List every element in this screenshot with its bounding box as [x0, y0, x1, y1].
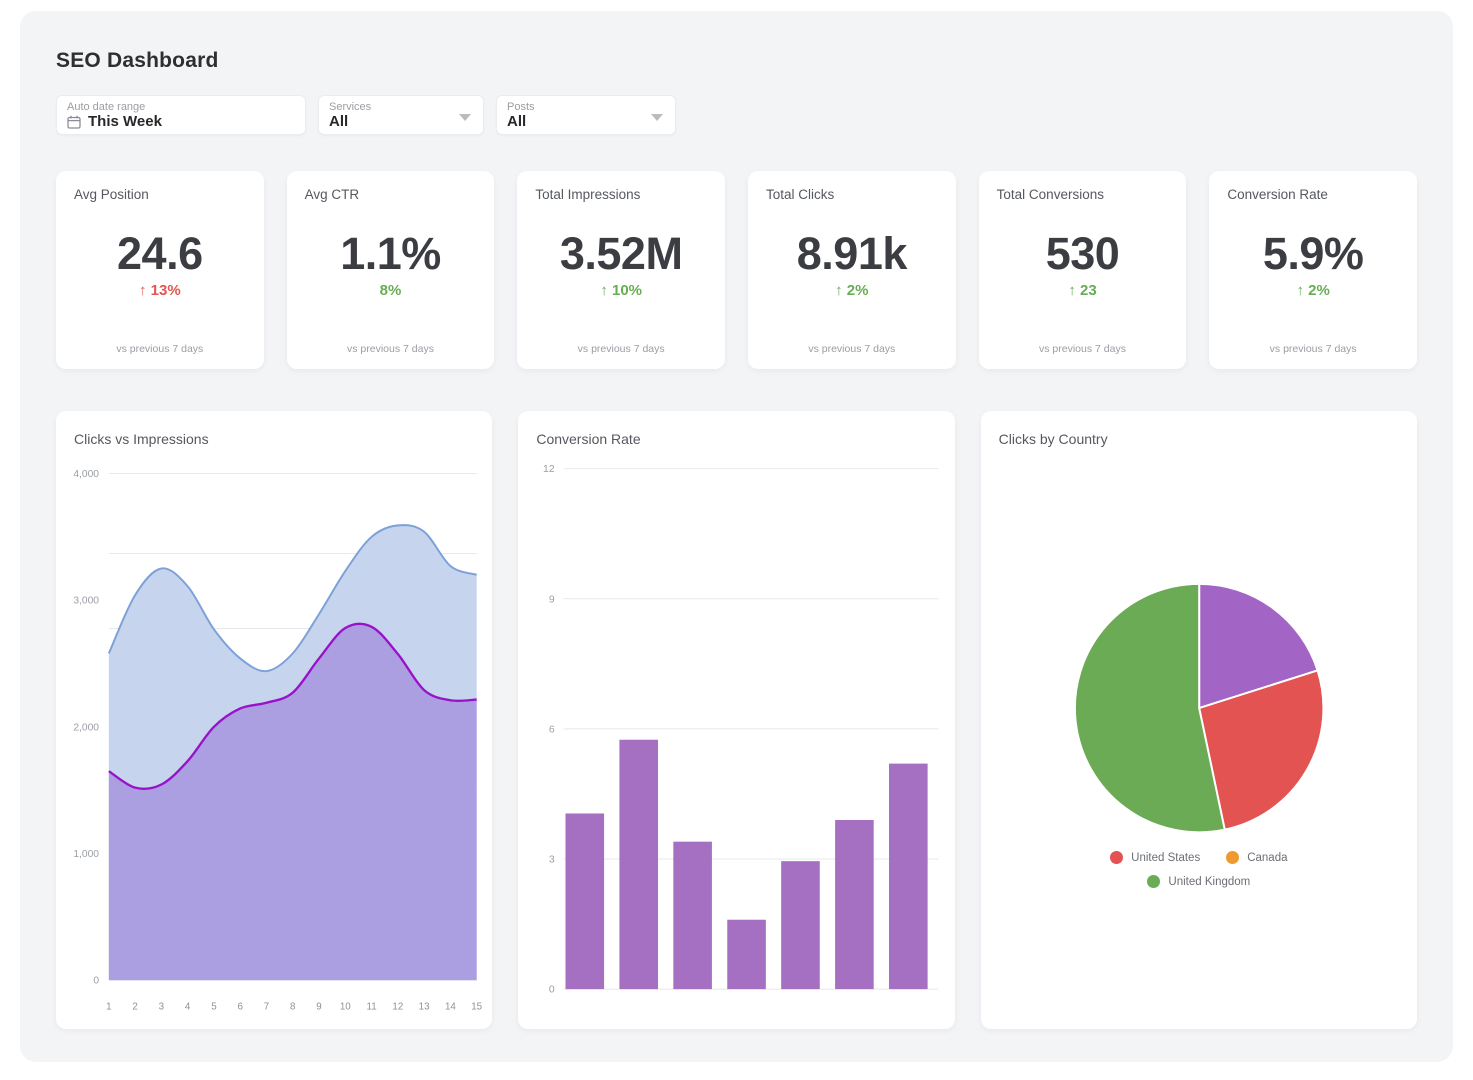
kpi-value: 530 — [1046, 230, 1120, 278]
legend-dot — [1147, 875, 1160, 888]
kpi-label: Avg Position — [74, 187, 149, 202]
kpi-card-avg-position: Avg Position 24.6 ↑ 13% vs previous 7 da… — [56, 171, 264, 369]
kpi-footnote: vs previous 7 days — [578, 343, 665, 355]
date-range-label: Auto date range — [67, 101, 295, 113]
svg-text:3,000: 3,000 — [73, 596, 99, 607]
legend-item-canada[interactable]: Canada — [1226, 851, 1287, 864]
svg-text:6: 6 — [549, 724, 555, 735]
clicks-vs-impressions-card: 4,0003,0002,0001,00001234567891011121314… — [56, 411, 492, 1029]
chevron-down-icon — [459, 114, 471, 121]
services-value: All — [329, 113, 348, 131]
legend-dot — [1110, 851, 1123, 864]
svg-text:5: 5 — [211, 1002, 217, 1013]
kpi-label: Total Conversions — [997, 187, 1104, 202]
charts-row: 4,0003,0002,0001,00001234567891011121314… — [56, 411, 1417, 1029]
kpi-delta: ↑ 13% — [139, 282, 181, 299]
svg-text:1: 1 — [106, 1002, 111, 1013]
posts-label: Posts — [507, 101, 665, 113]
kpi-label: Avg CTR — [305, 187, 360, 202]
kpi-card-total-clicks: Total Clicks 8.91k ↑ 2% vs previous 7 da… — [748, 171, 956, 369]
svg-text:0: 0 — [549, 985, 555, 996]
dashboard-panel: SEO Dashboard Auto date range This Week … — [20, 11, 1453, 1062]
legend-item-united-kingdom[interactable]: United Kingdom — [1147, 875, 1250, 888]
kpi-delta: 8% — [380, 282, 402, 299]
posts-value: All — [507, 113, 526, 131]
kpi-value: 8.91k — [797, 230, 907, 278]
legend-dot — [1226, 851, 1239, 864]
kpi-delta: ↑ 10% — [600, 282, 642, 299]
chart-title: Clicks vs Impressions — [74, 431, 209, 447]
svg-text:0: 0 — [93, 976, 99, 987]
kpi-label: Conversion Rate — [1227, 187, 1328, 202]
svg-text:9: 9 — [549, 594, 555, 605]
svg-text:9: 9 — [316, 1002, 321, 1013]
services-filter[interactable]: Services All — [318, 95, 484, 135]
svg-text:12: 12 — [392, 1002, 403, 1013]
chart-title: Clicks by Country — [999, 431, 1108, 447]
svg-text:13: 13 — [419, 1002, 430, 1013]
chevron-down-icon — [651, 114, 663, 121]
svg-text:7: 7 — [264, 1002, 269, 1013]
kpi-value: 24.6 — [117, 230, 203, 278]
svg-text:3: 3 — [549, 854, 555, 865]
kpi-footnote: vs previous 7 days — [808, 343, 895, 355]
kpi-delta: ↑ 23 — [1068, 282, 1096, 299]
kpi-value: 1.1% — [340, 230, 441, 278]
chart-title: Conversion Rate — [536, 431, 640, 447]
svg-text:4,000: 4,000 — [73, 469, 99, 480]
svg-text:2: 2 — [132, 1002, 137, 1013]
legend-label: United States — [1131, 852, 1200, 864]
kpi-footnote: vs previous 7 days — [1039, 343, 1126, 355]
posts-filter[interactable]: Posts All — [496, 95, 676, 135]
kpi-card-total-conversions: Total Conversions 530 ↑ 23 vs previous 7… — [979, 171, 1187, 369]
kpi-label: Total Impressions — [535, 187, 640, 202]
svg-text:2,000: 2,000 — [73, 722, 99, 733]
kpi-card-avg-ctr: Avg CTR 1.1% 8% vs previous 7 days — [287, 171, 495, 369]
svg-text:15: 15 — [471, 1002, 482, 1013]
kpi-footnote: vs previous 7 days — [1270, 343, 1357, 355]
svg-text:4: 4 — [185, 1002, 191, 1013]
kpi-footnote: vs previous 7 days — [347, 343, 434, 355]
clicks-vs-impressions-chart: 4,0003,0002,0001,00001234567891011121314… — [56, 411, 492, 1029]
kpi-card-total-impressions: Total Impressions 3.52M ↑ 10% vs previou… — [517, 171, 725, 369]
svg-text:12: 12 — [543, 464, 555, 475]
kpi-label: Total Clicks — [766, 187, 834, 202]
page-title: SEO Dashboard — [56, 49, 1417, 73]
legend-item-united-states[interactable]: United States — [1110, 851, 1200, 864]
kpi-delta: ↑ 2% — [1296, 282, 1329, 299]
kpi-footnote: vs previous 7 days — [116, 343, 203, 355]
filters-bar: Auto date range This Week Services All P… — [56, 95, 1417, 135]
kpi-row: Avg Position 24.6 ↑ 13% vs previous 7 da… — [56, 171, 1417, 369]
kpi-value: 5.9% — [1263, 230, 1364, 278]
calendar-icon — [67, 115, 81, 129]
kpi-value: 3.52M — [560, 230, 683, 278]
legend-label: Canada — [1247, 852, 1287, 864]
kpi-card-conversion-rate: Conversion Rate 5.9% ↑ 2% vs previous 7 … — [1209, 171, 1417, 369]
svg-text:10: 10 — [340, 1002, 351, 1013]
svg-text:11: 11 — [367, 1002, 377, 1013]
legend-label: United Kingdom — [1168, 876, 1250, 888]
svg-text:3: 3 — [159, 1002, 164, 1013]
svg-text:8: 8 — [290, 1002, 295, 1013]
conversion-rate-card: 12 9 6 3 0 Conversion Rate — [518, 411, 954, 1029]
date-range-value: This Week — [88, 113, 162, 131]
date-range-filter[interactable]: Auto date range This Week — [56, 95, 306, 135]
conversion-rate-chart: 12 9 6 3 0 — [518, 411, 954, 1029]
services-label: Services — [329, 101, 473, 113]
svg-text:6: 6 — [237, 1002, 242, 1013]
kpi-delta: ↑ 2% — [835, 282, 868, 299]
pie-legend: United States Canada United Kingdom — [981, 851, 1417, 888]
clicks-by-country-card: Clicks by Country United StatesCanadaUni… — [981, 411, 1417, 1029]
svg-text:1,000: 1,000 — [73, 849, 99, 860]
clicks-by-country-chart — [981, 411, 1417, 1029]
svg-text:14: 14 — [445, 1002, 456, 1013]
